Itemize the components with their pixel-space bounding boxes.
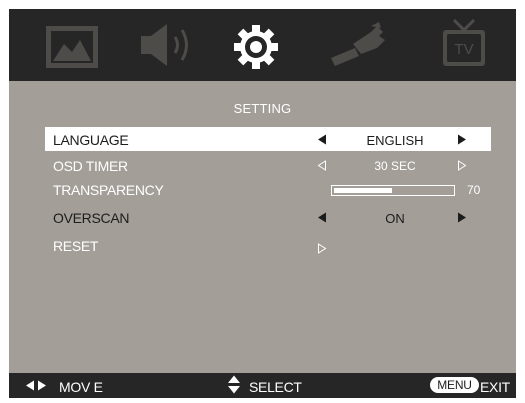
transparency-value: 70 <box>467 183 481 197</box>
overscan-label: OVERSCAN <box>53 210 130 226</box>
settings-panel: SETTING LANGUAGE ENGLISH OSD TIMER 30 SE… <box>9 81 516 373</box>
language-label: LANGUAGE <box>53 132 129 148</box>
transparency-row[interactable]: TRANSPARENCY 70 <box>45 177 491 201</box>
tab-picture[interactable] <box>42 18 102 70</box>
exit-label: EXIT <box>480 379 510 395</box>
language-value: ENGLISH <box>366 133 424 148</box>
select-label: SELECT <box>249 379 302 395</box>
picture-icon <box>46 26 98 68</box>
tab-tv[interactable]: TV <box>437 18 491 70</box>
overscan-prev-icon[interactable] <box>317 212 327 223</box>
wrench-icon <box>331 22 385 66</box>
osd-timer-prev-icon[interactable] <box>317 160 327 171</box>
osd-timer-label: OSD TIMER <box>53 158 128 174</box>
overscan-value: ON <box>385 211 405 226</box>
overscan-next-icon[interactable] <box>457 212 467 223</box>
overscan-row[interactable]: OVERSCAN ON <box>45 205 491 229</box>
transparency-slider[interactable] <box>331 185 455 196</box>
tv-icon-label: TV <box>454 41 473 58</box>
tab-sound[interactable] <box>137 18 205 70</box>
tab-tools[interactable] <box>325 18 393 70</box>
language-row[interactable]: LANGUAGE ENGLISH <box>45 127 491 151</box>
left-right-arrows-icon <box>26 380 46 391</box>
osd-timer-value: 30 SEC <box>374 159 416 173</box>
menu-tab-bar: TV <box>9 9 516 81</box>
move-label: MOV E <box>59 379 103 395</box>
up-down-arrows-icon <box>228 375 240 394</box>
osd-menu: TV SETTING LANGUAGE ENGLISH OSD TIMER 30… <box>9 9 516 398</box>
gear-icon <box>234 25 278 69</box>
speaker-icon <box>141 24 188 66</box>
language-next-icon[interactable] <box>457 134 467 145</box>
footer-bar: MOV E SELECT MENU EXIT <box>9 373 516 398</box>
tab-setting[interactable] <box>221 18 291 70</box>
transparency-label: TRANSPARENCY <box>53 182 164 198</box>
tv-icon: TV <box>443 18 485 66</box>
language-prev-icon[interactable] <box>317 134 327 145</box>
menu-key-badge[interactable]: MENU <box>430 377 479 393</box>
section-title: SETTING <box>233 101 292 116</box>
osd-timer-next-icon[interactable] <box>457 160 467 171</box>
transparency-slider-fill <box>334 188 392 193</box>
reset-row[interactable]: RESET <box>45 233 491 257</box>
osd-timer-row[interactable]: OSD TIMER 30 SEC <box>45 153 491 177</box>
reset-label: RESET <box>53 238 99 254</box>
reset-enter-icon[interactable] <box>317 243 327 254</box>
